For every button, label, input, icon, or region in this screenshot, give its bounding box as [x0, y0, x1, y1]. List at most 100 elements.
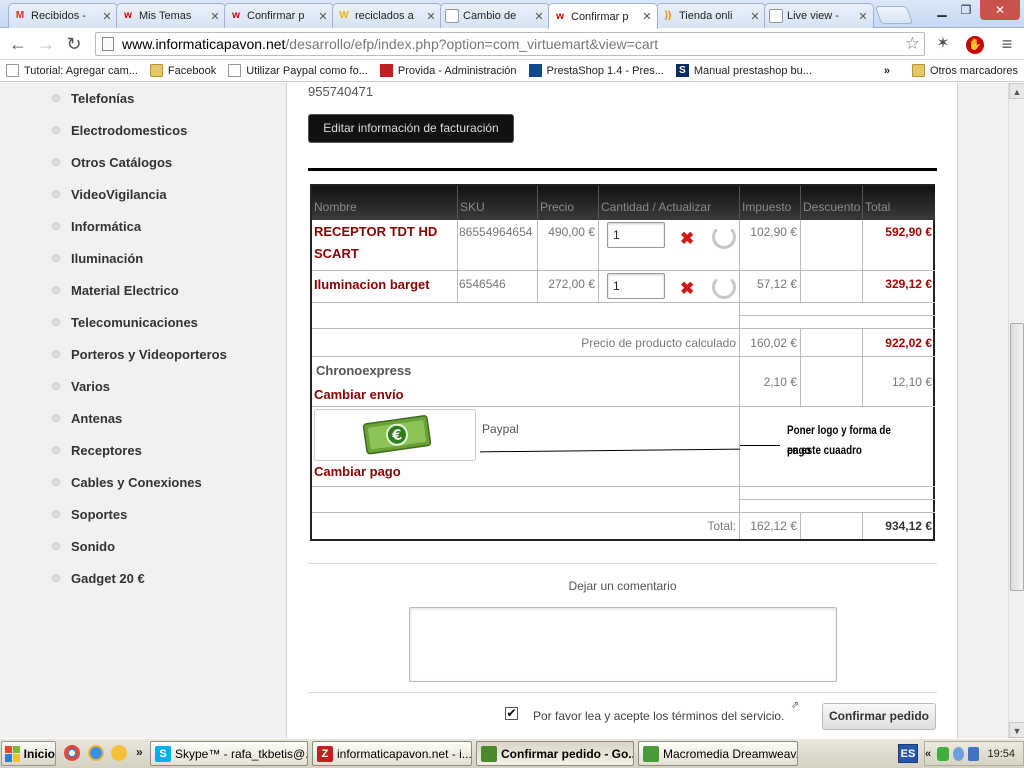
bookmark-icon	[6, 64, 19, 77]
task-label: Confirmar pedido - Go...	[501, 746, 634, 761]
confirm-order-button[interactable]: Confirmar pedido	[822, 703, 936, 730]
bookmarks-more-button[interactable]: »	[878, 60, 896, 82]
sidebar-category[interactable]: Informática	[52, 216, 141, 236]
chrome-icon[interactable]	[64, 745, 80, 761]
quantity-cell: 1 ✖	[599, 220, 740, 271]
tab-8[interactable]: Live view - ✕	[764, 3, 874, 28]
quantity-input[interactable]: 1	[607, 222, 665, 248]
start-button[interactable]: Inicio	[1, 741, 56, 766]
messenger-icon[interactable]	[111, 745, 127, 761]
sidebar-category[interactable]: Telefonías	[52, 88, 134, 108]
update-quantity-icon[interactable]	[712, 275, 736, 299]
tab-close-icon[interactable]: ✕	[857, 10, 869, 23]
tab-close-icon[interactable]: ✕	[533, 10, 545, 23]
tab-favicon-icon	[769, 9, 783, 23]
tab-2[interactable]: w Mis Temas ✕	[116, 3, 226, 28]
bullet-icon	[52, 478, 60, 486]
tab-close-icon[interactable]: ✕	[641, 10, 653, 23]
network-icon[interactable]	[952, 746, 965, 761]
sidebar-category[interactable]: Material Electrico	[52, 280, 179, 300]
tab-close-icon[interactable]: ✕	[317, 10, 329, 23]
menu-icon[interactable]: ≡	[995, 32, 1019, 56]
restore-icon[interactable]: ❐	[954, 0, 978, 20]
taskbar-task[interactable]: Macromedia Dreamweav...	[638, 741, 798, 766]
forward-icon[interactable]: →	[34, 32, 58, 56]
close-window-icon[interactable]: ✕	[980, 0, 1020, 20]
remove-item-icon[interactable]: ✖	[680, 230, 694, 248]
tab-6[interactable]: w Confirmar p ✕	[548, 3, 658, 29]
bookmark-item[interactable]: S Manual prestashop bu...	[670, 60, 818, 82]
scroll-down-icon[interactable]: ▼	[1009, 722, 1024, 738]
bookmark-item[interactable]: Utilizar Paypal como fo...	[222, 60, 374, 82]
taskbar-task[interactable]: S Skype™ - rafa_tkbetis@...	[150, 741, 308, 766]
product-name-line2[interactable]: SCART	[312, 242, 457, 266]
quicklaunch-more[interactable]: »	[136, 745, 143, 759]
terms-link-icon[interactable]: ⇗	[791, 700, 799, 711]
change-shipping-link[interactable]: Cambiar envío	[314, 387, 404, 402]
taskbar-task[interactable]: Zinformaticapavon.net - i...	[312, 741, 472, 766]
table-row: Iluminacion barget	[312, 271, 458, 303]
comment-textarea[interactable]	[409, 607, 837, 682]
bookmark-item[interactable]: PrestaShop 1.4 - Pres...	[523, 60, 670, 82]
sidebar-category[interactable]: Iluminación	[52, 248, 143, 268]
sidebar-category[interactable]: Otros Catálogos	[52, 152, 172, 172]
tab-close-icon[interactable]: ✕	[425, 10, 437, 23]
sidebar-category[interactable]: Sonido	[52, 536, 115, 556]
extension-icon[interactable]: ✶	[931, 32, 955, 56]
bookmark-item[interactable]: Tutorial: Agregar cam...	[0, 60, 144, 82]
category-sidebar: Telefonías Electrodomesticos Otros Catálog…	[0, 83, 287, 738]
language-indicator[interactable]: ES	[898, 744, 918, 763]
new-tab-button[interactable]	[874, 6, 914, 24]
tab-favicon-icon: w	[124, 10, 132, 21]
change-payment-link[interactable]: Cambiar pago	[314, 464, 401, 479]
shipping-row: Chronoexpress Cambiar envío	[312, 357, 740, 407]
bookmark-icon	[528, 64, 542, 77]
tab-close-icon[interactable]: ✕	[749, 10, 761, 23]
sidebar-category[interactable]: Electrodomesticos	[52, 120, 187, 140]
sidebar-category[interactable]: Porteros y Videoporteros	[52, 344, 227, 364]
adblock-icon[interactable]: ✋	[963, 32, 987, 56]
tab-1[interactable]: M Recibidos - ✕	[8, 3, 118, 28]
ie-icon[interactable]	[88, 745, 104, 761]
sidebar-category[interactable]: Cables y Conexiones	[52, 472, 202, 492]
reload-icon[interactable]: ↻	[62, 32, 86, 56]
sidebar-category[interactable]: Receptores	[52, 440, 142, 460]
bookmark-item[interactable]: Facebook	[144, 60, 222, 82]
edit-billing-button[interactable]: Editar información de facturación	[308, 114, 514, 143]
product-name[interactable]: Iluminacion barget	[312, 271, 457, 299]
tray-green-icon[interactable]	[937, 746, 949, 761]
other-bookmarks[interactable]: Otros marcadores	[906, 60, 1024, 82]
address-bar[interactable]: www.informaticapavon.net/desarrollo/efp/…	[95, 32, 925, 56]
sidebar-category[interactable]: Soportes	[52, 504, 127, 524]
minimize-icon[interactable]: ▁	[930, 0, 954, 20]
tab-3[interactable]: w Confirmar p ✕	[224, 3, 334, 28]
back-icon[interactable]: ←	[6, 32, 30, 56]
tray-expand-icon[interactable]: «	[925, 748, 931, 760]
payment-logo: €	[314, 409, 476, 461]
sidebar-category[interactable]: Varios	[52, 376, 110, 396]
taskbar-task[interactable]: Confirmar pedido - Go...	[476, 741, 634, 766]
tab-4[interactable]: Wreciclados a ✕	[332, 3, 442, 28]
bullet-icon	[52, 94, 60, 102]
payment-totals: Poner logo y forma de pago en este cuaad…	[740, 407, 935, 487]
vertical-scrollbar[interactable]: ▲ ▼	[1008, 83, 1024, 738]
tab-close-icon[interactable]: ✕	[101, 10, 113, 23]
terms-checkbox[interactable]: ✔	[505, 707, 518, 720]
sidebar-category[interactable]: Gadget 20 €	[52, 568, 145, 588]
sidebar-category[interactable]: Antenas	[52, 408, 122, 428]
scroll-up-icon[interactable]: ▲	[1009, 83, 1024, 99]
tray-app-icon[interactable]	[968, 746, 980, 761]
sidebar-category[interactable]: Telecomunicaciones	[52, 312, 198, 332]
tab-close-icon[interactable]: ✕	[209, 10, 221, 23]
product-name[interactable]: RECEPTOR TDT HD	[312, 220, 457, 244]
folder-icon	[149, 64, 163, 77]
scroll-thumb[interactable]	[1010, 323, 1024, 591]
bookmark-star-icon[interactable]: ☆	[905, 33, 920, 55]
tab-5[interactable]: Cambio de ✕	[440, 3, 550, 28]
remove-item-icon[interactable]: ✖	[680, 280, 694, 298]
bookmark-item[interactable]: Provida - Administración	[374, 60, 523, 82]
update-quantity-icon[interactable]	[712, 225, 736, 249]
tab-7[interactable]: )) Tienda onli ✕	[656, 3, 766, 28]
sidebar-category[interactable]: VideoVigilancia	[52, 184, 167, 204]
quantity-input[interactable]: 1	[607, 273, 665, 299]
